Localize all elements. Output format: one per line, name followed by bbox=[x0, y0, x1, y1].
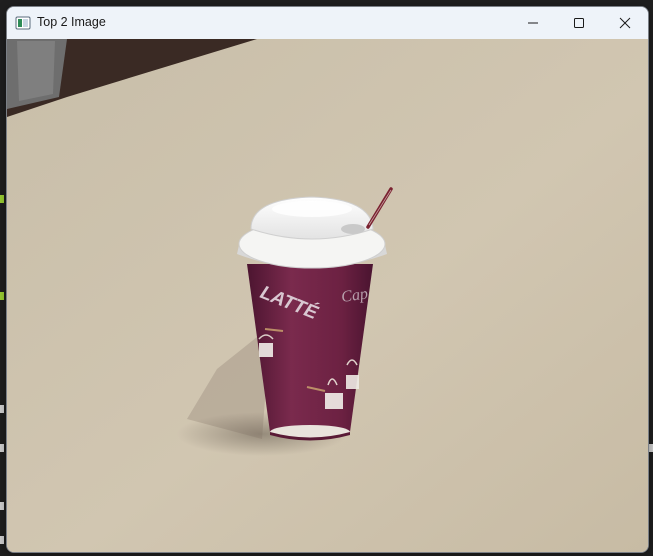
minimize-icon bbox=[528, 22, 538, 24]
maximize-icon bbox=[574, 18, 584, 28]
coffee-cup-photo: LATTÉ Cap bbox=[7, 39, 648, 552]
image-viewport: LATTÉ Cap bbox=[7, 39, 648, 552]
image-window: Top 2 Image LATTÉ Cap bbox=[6, 6, 649, 553]
close-button[interactable] bbox=[602, 7, 648, 39]
maximize-button[interactable] bbox=[556, 7, 602, 39]
window-title: Top 2 Image bbox=[37, 15, 106, 29]
title-bar[interactable]: Top 2 Image bbox=[7, 7, 648, 39]
minimize-button[interactable] bbox=[510, 7, 556, 39]
image-window-icon bbox=[15, 16, 31, 30]
close-icon bbox=[619, 17, 631, 29]
